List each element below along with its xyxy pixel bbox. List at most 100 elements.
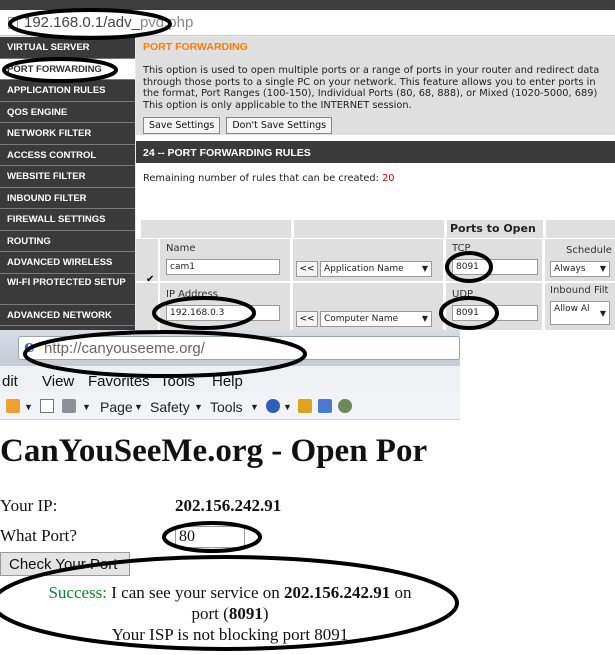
browser-logo-icon: e — [24, 337, 35, 357]
description-line: through those ports to a single PC on yo… — [143, 76, 596, 88]
save-settings-button[interactable]: Save Settings — [143, 117, 221, 134]
chevron-down-icon[interactable]: ▼ — [194, 402, 203, 412]
chevron-down-icon: ▼ — [421, 314, 428, 323]
description-line: the format, Port Ranges (100-150), Indiv… — [143, 88, 598, 99]
result-port-suffix: ) — [262, 604, 269, 623]
sidebar-item-firewall-settings[interactable]: FIREWALL SETTINGS — [0, 209, 135, 231]
chevron-down-icon[interactable]: ▼ — [250, 402, 259, 412]
router-address-bar[interactable]: 192.168.0.1/adv_pvd.php — [0, 10, 615, 36]
ip-address-input[interactable]: 192.168.0.3 — [166, 305, 280, 321]
chevron-down-icon: ▼ — [421, 264, 428, 273]
remaining-label: Remaining number of rules that can be cr… — [143, 173, 379, 184]
chevron-down-icon[interactable]: ▼ — [24, 402, 33, 412]
safety-menu[interactable]: Safety — [150, 399, 190, 415]
chevron-down-icon: ▼ — [599, 309, 606, 318]
rss-feed-icon[interactable] — [6, 399, 20, 413]
router-url-text: 192.168.0.1/adv_ — [24, 14, 140, 31]
your-ip-value: 202.156.242.91 — [175, 496, 282, 515]
description-line: This option is only applicable to the IN… — [143, 99, 412, 111]
tools-menu[interactable]: Tools — [210, 399, 243, 415]
check-result: Success: I can see your service on 202.1… — [0, 582, 460, 645]
ip-address-label: IP Address — [166, 289, 218, 300]
sidebar-item-inbound-filter[interactable]: INBOUND FILTER — [0, 188, 135, 209]
help-icon[interactable] — [266, 399, 280, 413]
sidebar-item-routing[interactable]: ROUTING — [0, 231, 135, 252]
router-url-end: vd.php — [148, 14, 194, 31]
computer-name-copy-button[interactable]: << — [296, 311, 318, 327]
sidebar-item-website-filter[interactable]: WEBSITE FILTER — [0, 166, 135, 188]
application-name-copy-button[interactable]: << — [296, 261, 318, 277]
result-port-prefix: port ( — [191, 604, 229, 623]
computer-name-select-value: Computer Name — [324, 314, 399, 324]
menu-help[interactable]: Help — [212, 373, 243, 390]
mail-icon[interactable] — [40, 399, 54, 413]
inbound-filter-label: Inbound Filt — [550, 285, 609, 296]
research-icon[interactable] — [318, 399, 332, 413]
chevron-down-icon[interactable]: ▼ — [134, 402, 143, 412]
schedule-label: Schedule — [566, 245, 612, 256]
browser-panel: e http://canyouseeme.org/ dit View Favor… — [0, 330, 460, 655]
rule-enabled-checkbox[interactable]: ✔ — [146, 274, 154, 285]
menu-favorites[interactable]: Favorites — [88, 373, 150, 390]
inbound-filter-select[interactable]: Allow Al ▼ — [550, 301, 610, 325]
description-line: This option is used to open multiple por… — [143, 65, 600, 76]
sidebar-item-qos-engine[interactable]: QOS ENGINE — [0, 102, 135, 123]
what-port-label: What Port? — [0, 526, 77, 545]
table-header-row: Ports to Open — [136, 218, 615, 238]
udp-port-input[interactable]: 8091 — [452, 305, 538, 321]
sidebar-item-access-control[interactable]: ACCESS CONTROL — [0, 145, 135, 166]
page-icon — [8, 17, 18, 29]
sidebar-item-wifi-protected-setup[interactable]: WI-FI PROTECTED SETUP — [0, 274, 135, 305]
menu-tools[interactable]: Tools — [160, 373, 195, 390]
sidebar-item-port-forwarding[interactable]: PORT FORWARDING — [0, 58, 135, 80]
sidebar-item-virtual-server[interactable]: VIRTUAL SERVER — [0, 37, 135, 59]
browser-menu-bar: dit View Favorites Tools Help — [0, 366, 460, 392]
result-port: 8091 — [228, 604, 263, 623]
dont-save-settings-button[interactable]: Don't Save Settings — [226, 117, 333, 134]
check-your-port-button[interactable]: Check Your Port — [0, 552, 130, 576]
success-text: Success: — [48, 583, 108, 602]
name-input[interactable]: cam1 — [166, 259, 280, 275]
sidebar-item-advanced-network[interactable]: ADVANCED NETWORK — [0, 305, 135, 326]
result-isp-text: Your ISP is not blocking port 8091 — [111, 625, 349, 644]
schedule-select[interactable]: Always ▼ — [550, 261, 610, 277]
sidebar-item-advanced-wireless[interactable]: ADVANCED WIRELESS — [0, 252, 135, 274]
browser-command-bar: ▼ ▼ Page ▼ Safety ▼ Tools ▼ ▼ — [0, 392, 460, 420]
inbound-filter-select-value: Allow Al — [554, 304, 590, 314]
result-text: I can see your service on — [107, 583, 285, 602]
name-label: Name — [166, 243, 196, 254]
port-input[interactable]: 80 — [175, 526, 245, 548]
result-on: on — [390, 583, 412, 602]
chevron-down-icon[interactable]: ▼ — [82, 402, 91, 412]
sidebar-item-application-rules[interactable]: APPLICATION RULES — [0, 80, 135, 102]
application-name-select-value: Application Name — [324, 264, 404, 274]
browser-top-strip — [0, 0, 615, 10]
schedule-select-value: Always — [554, 264, 586, 274]
table-row: ✔ Name cam1 << Application Name ▼ TCP 809… — [136, 239, 615, 330]
remaining-rules: Remaining number of rules that can be cr… — [136, 163, 615, 199]
router-panel: 192.168.0.1/adv_pvd.php VIRTUAL SERVER P… — [0, 0, 615, 330]
chevron-down-icon[interactable]: ▼ — [283, 402, 292, 412]
print-icon[interactable] — [62, 399, 76, 413]
page-title: CanYouSeeMe.org - Open Por — [0, 433, 428, 469]
router-content: PORT FORWARDING This option is used to o… — [136, 37, 615, 330]
menu-view[interactable]: View — [42, 373, 74, 390]
eye-icon[interactable] — [338, 399, 352, 413]
tcp-label: TCP — [452, 243, 471, 254]
computer-name-select[interactable]: Computer Name ▼ — [320, 311, 432, 327]
tcp-port-input[interactable]: 8091 — [452, 259, 538, 275]
browser-url-text: http://canyouseeme.org/ — [44, 340, 205, 357]
udp-label: UDP — [452, 289, 474, 300]
browser-address-area: e http://canyouseeme.org/ — [0, 330, 460, 366]
your-ip-label: Your IP: — [0, 496, 58, 515]
application-name-select[interactable]: Application Name ▼ — [320, 261, 432, 277]
section-title: PORT FORWARDING — [136, 37, 615, 56]
menu-edit[interactable]: dit — [2, 373, 18, 390]
result-ip: 202.156.242.91 — [284, 583, 391, 602]
remaining-count: 20 — [382, 173, 395, 184]
section-description: This option is used to open multiple por… — [136, 56, 615, 135]
sidebar-item-network-filter[interactable]: NETWORK FILTER — [0, 123, 135, 145]
addon-icon[interactable] — [298, 399, 312, 413]
page-menu[interactable]: Page — [100, 399, 133, 415]
sidebar: VIRTUAL SERVER PORT FORWARDING APPLICATI… — [0, 37, 135, 330]
